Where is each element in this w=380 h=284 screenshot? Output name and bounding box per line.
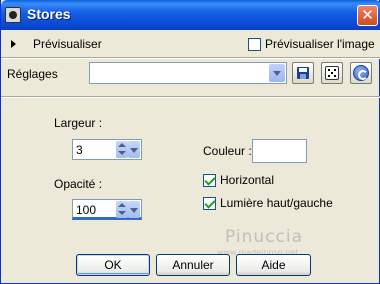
watermark: Pinuccia xyxy=(225,227,303,247)
app-icon xyxy=(5,7,21,23)
chevron-down-icon[interactable] xyxy=(128,141,140,158)
cancel-button[interactable]: Annuler xyxy=(156,254,230,276)
stores-dialog: Stores ✕ Prévisualiser Prévisualiser l'i… xyxy=(0,0,380,284)
color-swatch[interactable] xyxy=(252,139,307,163)
preset-combo[interactable] xyxy=(89,62,287,84)
reset-icon xyxy=(353,65,369,81)
color-label: Couleur : xyxy=(203,144,252,158)
horizontal-label: Horizontal xyxy=(220,173,275,187)
settings-label: Réglages xyxy=(7,67,58,81)
reset-button[interactable] xyxy=(350,62,372,84)
window-title: Stores xyxy=(27,6,71,22)
light-top-left-label: Lumière haut/gauche xyxy=(220,196,333,210)
up-down-arrows-icon[interactable] xyxy=(116,141,128,158)
close-button[interactable]: ✕ xyxy=(357,5,378,26)
divider xyxy=(1,57,380,59)
save-preset-button[interactable] xyxy=(292,62,314,84)
close-icon: ✕ xyxy=(361,7,374,24)
stepper-buttons xyxy=(116,141,140,158)
preview-image-label: Prévisualiser l'image xyxy=(265,37,375,51)
preview-row: Prévisualiser Prévisualiser l'image xyxy=(1,30,380,58)
light-top-left-checkbox[interactable] xyxy=(203,197,216,210)
preview-image-checkbox[interactable] xyxy=(248,38,261,51)
chevron-down-icon[interactable] xyxy=(128,201,140,218)
dice-icon xyxy=(325,66,339,80)
help-button[interactable]: Aide xyxy=(236,254,311,276)
stepper-buttons xyxy=(116,201,140,218)
preview-toggle[interactable]: Prévisualiser xyxy=(33,37,102,51)
horizontal-checkbox[interactable] xyxy=(203,174,216,187)
title-bar[interactable]: Stores ✕ xyxy=(1,0,380,30)
expand-caret-icon[interactable] xyxy=(11,40,16,48)
width-stepper[interactable]: 3 xyxy=(72,139,142,160)
width-label: Largeur : xyxy=(54,116,103,130)
randomize-button[interactable] xyxy=(321,62,343,84)
up-down-arrows-icon[interactable] xyxy=(116,201,128,218)
divider xyxy=(1,96,380,98)
ok-button[interactable]: OK xyxy=(76,254,150,276)
opacity-label: Opacité : xyxy=(54,177,103,191)
chevron-down-icon[interactable] xyxy=(269,64,285,82)
width-value: 3 xyxy=(76,143,83,157)
opacity-value: 100 xyxy=(76,203,97,217)
save-icon xyxy=(297,67,309,79)
opacity-stepper[interactable]: 100 xyxy=(72,199,142,220)
